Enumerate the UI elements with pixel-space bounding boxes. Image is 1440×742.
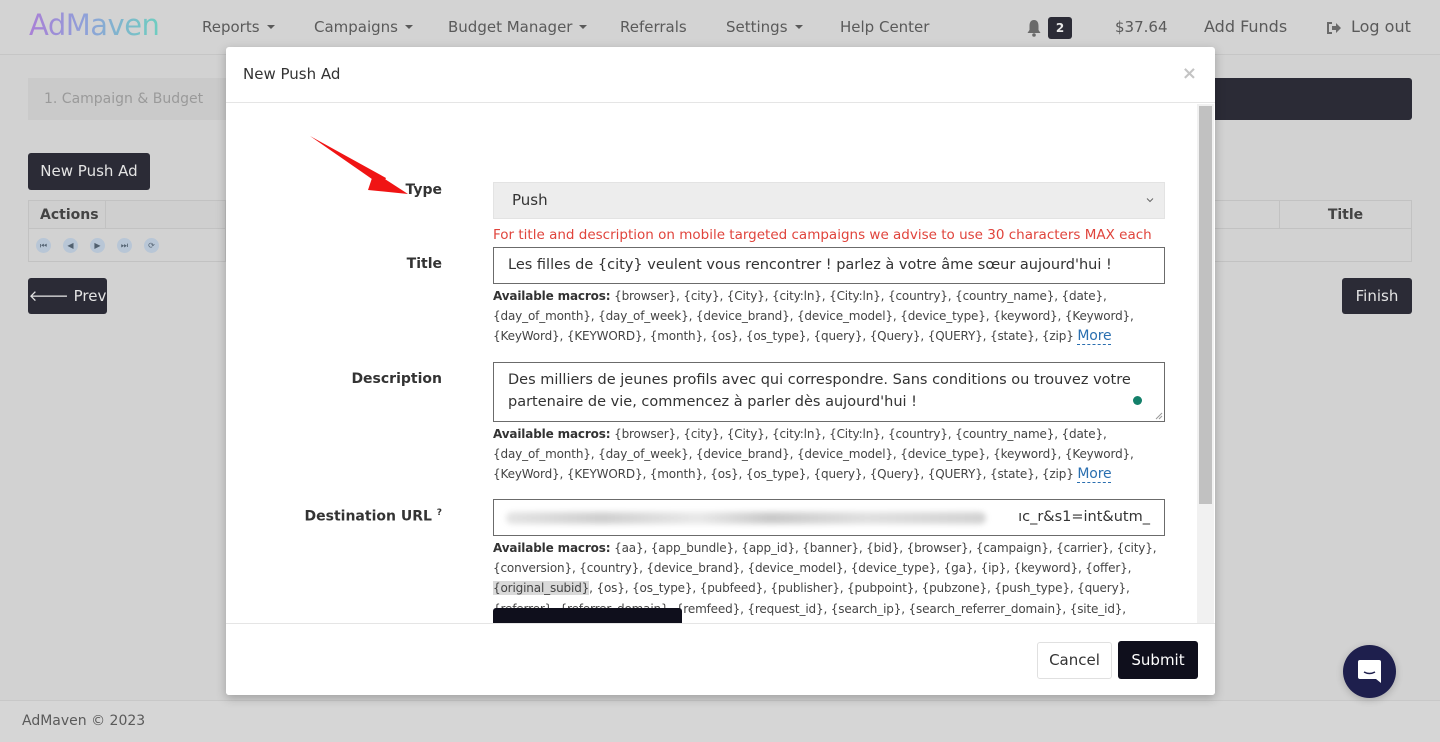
description-textarea[interactable]: Des milliers de jeunes profils avec qui … — [493, 362, 1165, 422]
caret-down-icon — [579, 24, 588, 29]
chevron-down-icon — [1146, 198, 1154, 203]
last-page-icon[interactable]: ⏭ — [117, 238, 132, 253]
copyright-text: AdMaven © 2023 — [22, 713, 146, 729]
new-push-ad-button[interactable]: New Push Ad — [28, 153, 150, 190]
type-select-value: Push — [512, 191, 548, 209]
highlighted-macro: {original_subid} — [493, 581, 590, 596]
description-macros-help: Available macros: {browser}, {city}, {Ci… — [493, 424, 1165, 485]
grid-pager: ⏮ ◀ ▶ ⏭ ⟳ — [36, 238, 159, 253]
prev-button-label: Prev — [73, 287, 107, 305]
title-macros-help: Available macros: {browser}, {city}, {Ci… — [493, 286, 1165, 347]
first-page-icon[interactable]: ⏮ — [36, 238, 51, 253]
nav-referrals-label: Referrals — [620, 18, 687, 36]
wizard-step-campaign-budget[interactable]: 1. Campaign & Budget — [28, 78, 228, 120]
destination-url-label-text: Destination URL — [304, 508, 432, 525]
modal-header: New Push Ad × — [226, 47, 1215, 103]
next-page-icon[interactable]: ▶ — [90, 238, 105, 253]
nav-budget-manager-label: Budget Manager — [448, 18, 573, 36]
nav-campaigns[interactable]: Campaigns — [314, 18, 414, 36]
description-text: Des milliers de jeunes profils avec qui … — [508, 372, 1131, 410]
logout-link[interactable]: Log out — [1351, 17, 1411, 36]
grammar-check-indicator-icon[interactable] — [1133, 396, 1142, 405]
caret-down-icon — [405, 24, 414, 29]
resize-handle-icon[interactable] — [1154, 411, 1163, 420]
nav-settings-label: Settings — [726, 18, 788, 36]
modal-footer: Cancel Submit — [226, 623, 1215, 695]
column-header-title[interactable]: Title — [1280, 201, 1411, 229]
nav-help-center-label: Help Center — [840, 18, 930, 36]
description-macros-more-link[interactable]: More — [1077, 466, 1112, 484]
refresh-icon[interactable]: ⟳ — [144, 238, 159, 253]
nav-reports[interactable]: Reports — [202, 18, 275, 36]
chat-bubble-icon — [1358, 660, 1381, 683]
caret-down-icon — [794, 24, 803, 29]
finish-button[interactable]: Finish — [1342, 278, 1412, 314]
destination-url-visible-tail: ıc_r&s1=int&utm_ — [1018, 509, 1150, 525]
macros-label: Available macros: — [493, 427, 611, 441]
sign-out-icon — [1327, 22, 1341, 34]
caret-down-icon — [266, 24, 275, 29]
nav-reports-label: Reports — [202, 18, 260, 36]
ads-grid-right: Title — [1214, 200, 1412, 262]
destination-url-label: Destination URL ? — [305, 508, 442, 525]
mobile-length-warning: For title and description on mobile targ… — [493, 227, 1152, 243]
nav-settings[interactable]: Settings — [726, 18, 803, 36]
submit-button[interactable]: Submit — [1118, 641, 1198, 679]
column-header-actions[interactable]: Actions — [29, 201, 106, 229]
account-balance: $37.64 — [1115, 18, 1168, 36]
prev-page-icon[interactable]: ◀ — [63, 238, 78, 253]
nav-campaigns-label: Campaigns — [314, 18, 399, 36]
chat-launcher-button[interactable] — [1343, 645, 1396, 698]
cancel-button[interactable]: Cancel — [1037, 642, 1112, 679]
close-icon[interactable]: × — [1182, 63, 1197, 84]
nav-help-center[interactable]: Help Center — [840, 18, 929, 36]
annotation-arrow-icon — [310, 136, 408, 194]
arrow-left-icon: 🡐 — [28, 287, 69, 305]
macros-label: Available macros: — [493, 289, 611, 303]
title-macros-more-link[interactable]: More — [1077, 328, 1112, 346]
nav-budget-manager[interactable]: Budget Manager — [448, 18, 588, 36]
notification-count-badge[interactable]: 2 — [1048, 17, 1072, 39]
wizard-step-active — [1214, 78, 1412, 120]
bell-icon[interactable] — [1026, 19, 1042, 37]
add-funds-link[interactable]: Add Funds — [1204, 17, 1287, 36]
admaven-logo[interactable]: AdMaven — [29, 8, 160, 42]
title-input[interactable]: Les filles de {city} veulent vous rencon… — [493, 247, 1165, 284]
description-label: Description — [351, 371, 442, 387]
ads-grid: Actions ⏮ ◀ ▶ ⏭ ⟳ — [28, 200, 226, 262]
upload-main-image-button[interactable] — [493, 608, 682, 623]
type-select[interactable]: Push — [493, 182, 1165, 219]
destination-url-input[interactable]: ıc_r&s1=int&utm_ — [493, 499, 1165, 536]
help-tooltip-icon[interactable]: ? — [437, 508, 442, 518]
modal-title: New Push Ad — [243, 65, 341, 83]
modal-scrollbar[interactable] — [1197, 104, 1214, 623]
title-label: Title — [406, 256, 442, 272]
prev-button[interactable]: 🡐 Prev — [28, 278, 107, 314]
macros-label: Available macros: — [493, 541, 611, 555]
nav-referrals[interactable]: Referrals — [620, 18, 687, 36]
page-footer: AdMaven © 2023 — [0, 700, 1440, 742]
redacted-url-blur — [506, 512, 986, 524]
scrollbar-thumb[interactable] — [1199, 106, 1212, 504]
